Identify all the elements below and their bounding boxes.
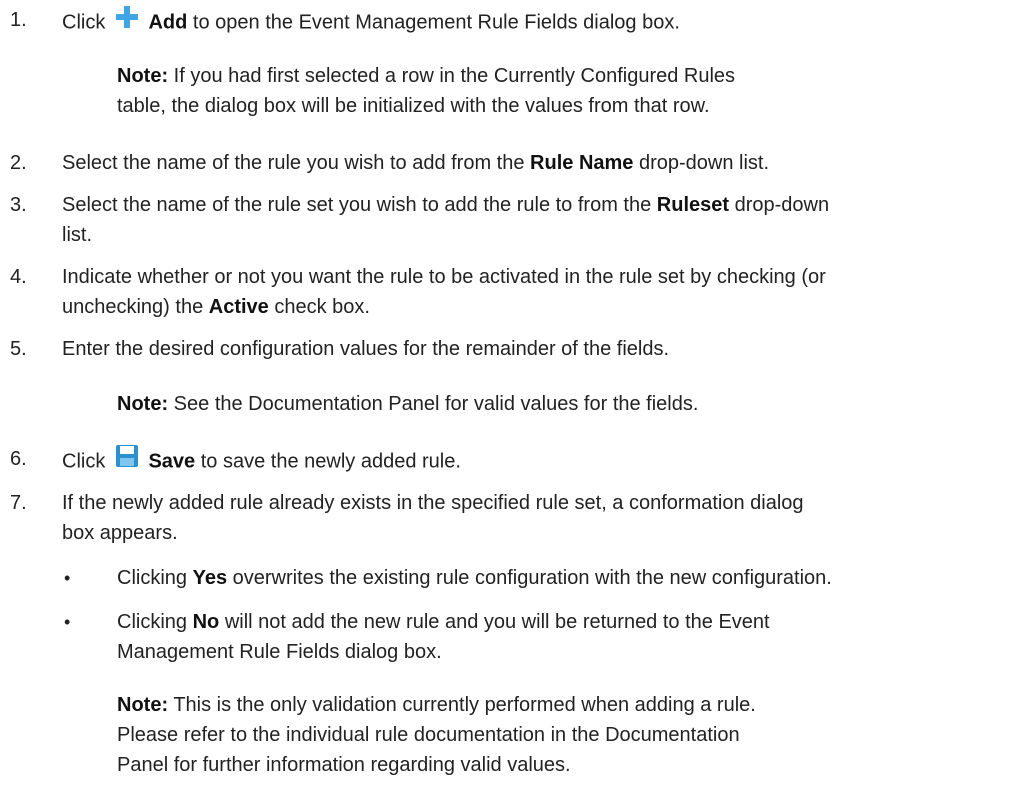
note-label: Note: bbox=[117, 65, 169, 87]
add-label: Add bbox=[148, 11, 188, 34]
step-number: 6. bbox=[10, 448, 27, 470]
note-5: Note: See the Documentation Panel for va… bbox=[117, 393, 699, 415]
note-1: Note: If you had first selected a row in… bbox=[117, 65, 736, 117]
step-text: Click Add to open the Event Management R… bbox=[62, 5, 1024, 41]
bullet-text: Clicking Yes overwrites the existing rul… bbox=[117, 567, 832, 589]
step-text: If the newly added rule already exists i… bbox=[62, 492, 804, 544]
plus-icon bbox=[115, 5, 139, 38]
bullet-text: Clicking No will not add the new rule an… bbox=[117, 611, 770, 663]
step-number: 4. bbox=[10, 266, 27, 288]
step-number: 7. bbox=[10, 492, 27, 514]
bullet-dot: • bbox=[64, 612, 71, 632]
step-text: Click Save to save the newly added rule. bbox=[62, 444, 1024, 480]
step-text: Indicate whether or not you want the rul… bbox=[62, 266, 826, 318]
step-number: 5. bbox=[10, 338, 27, 360]
step-text: Select the name of the rule you wish to … bbox=[62, 152, 770, 174]
bullet-dot: • bbox=[64, 568, 71, 588]
ruleset-label: Ruleset bbox=[656, 194, 730, 216]
step-text: Enter the desired configuration values f… bbox=[62, 338, 670, 360]
step-number: 2. bbox=[10, 152, 27, 174]
note-label: Note: bbox=[117, 393, 169, 415]
active-label: Active bbox=[208, 296, 269, 318]
note-7: Note: This is the only validation curren… bbox=[117, 694, 756, 776]
step-number: 1. bbox=[10, 9, 27, 31]
save-label: Save bbox=[148, 450, 196, 473]
save-icon bbox=[115, 444, 139, 477]
rule-name-label: Rule Name bbox=[530, 152, 634, 174]
note-label: Note: bbox=[117, 694, 169, 716]
yes-label: Yes bbox=[192, 567, 228, 589]
step-text: Select the name of the rule set you wish… bbox=[62, 194, 830, 246]
no-label: No bbox=[192, 611, 220, 633]
step-number: 3. bbox=[10, 194, 27, 216]
